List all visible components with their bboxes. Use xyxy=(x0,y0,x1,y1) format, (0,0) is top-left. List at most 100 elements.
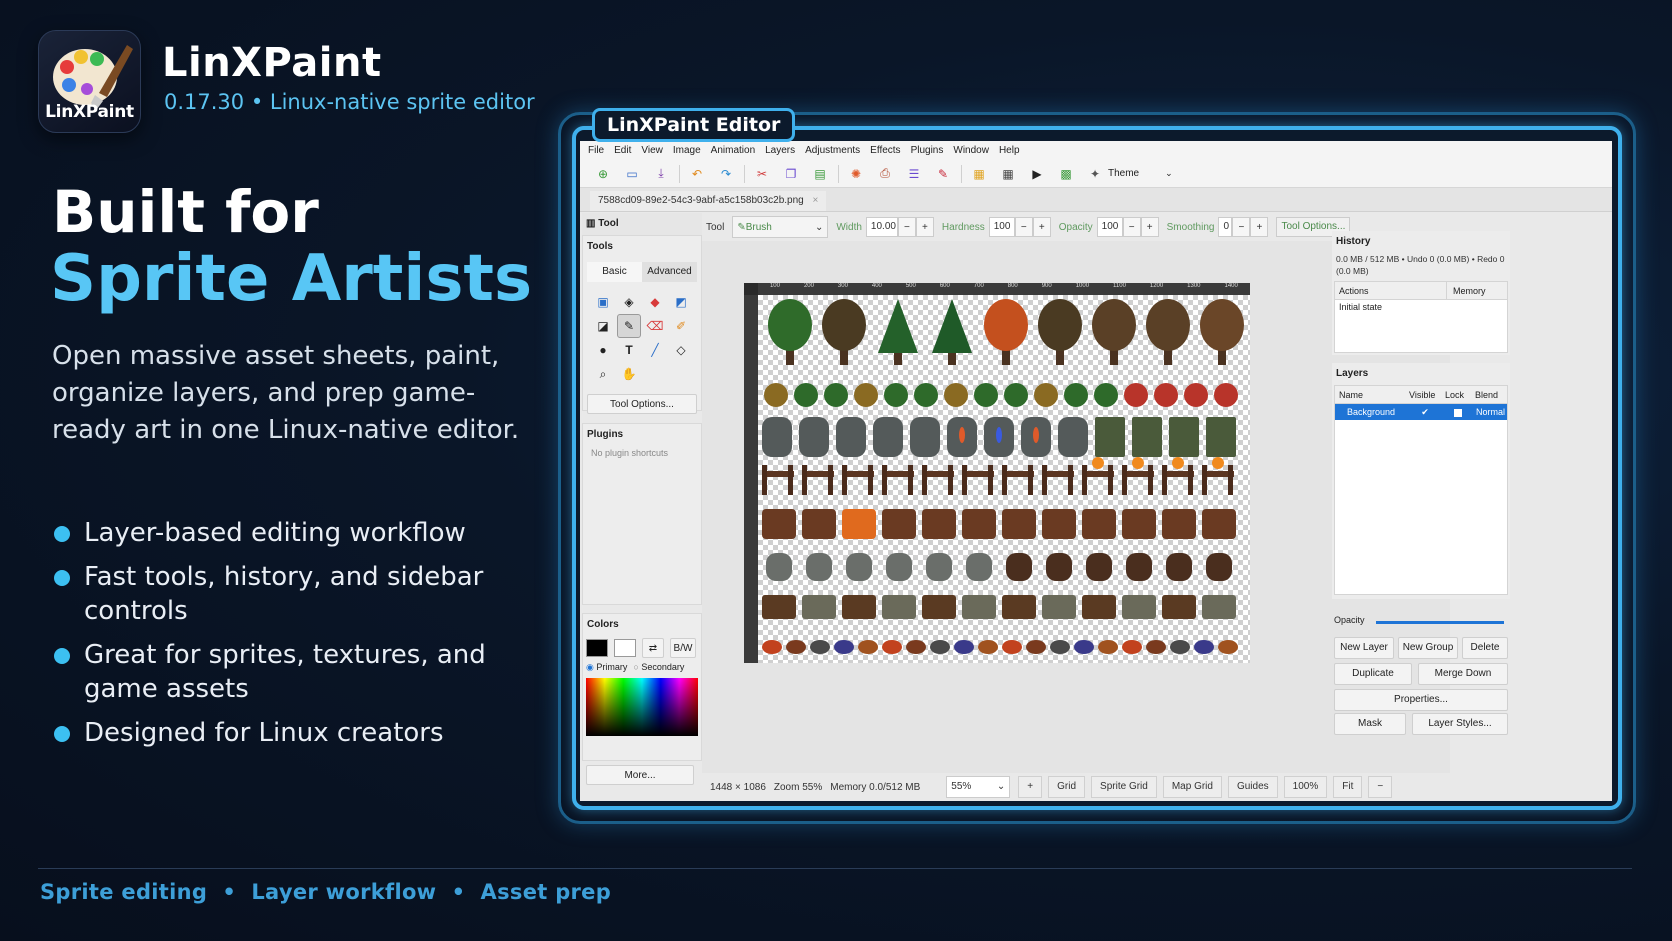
layer-lock-checkbox[interactable] xyxy=(1443,404,1473,420)
primary-swatch[interactable] xyxy=(586,639,608,657)
primary-radio[interactable]: ◉ Primary xyxy=(586,662,627,673)
fill-tool-icon[interactable]: ◪ xyxy=(591,314,615,338)
menu-help[interactable]: Help xyxy=(999,141,1020,160)
menu-image[interactable]: Image xyxy=(673,141,701,160)
menu-window[interactable]: Window xyxy=(953,141,989,160)
new-file-icon[interactable]: ⊕ xyxy=(592,163,614,185)
more-colors-button[interactable]: More... xyxy=(586,765,694,785)
eraser-tool-icon[interactable]: ⌫ xyxy=(643,314,667,338)
menu-plugins[interactable]: Plugins xyxy=(911,141,944,160)
tool-select[interactable]: ✎ Brush ⌄ xyxy=(732,216,829,238)
export-icon[interactable]: ⎙ xyxy=(874,163,896,185)
zoom-in-button[interactable]: + xyxy=(1018,776,1043,798)
brush-tool-icon[interactable]: ✎ xyxy=(617,314,641,338)
text-tool-icon[interactable]: T xyxy=(617,338,641,362)
opacity-increase-button[interactable]: + xyxy=(1140,217,1159,237)
smoothing-decrease-button[interactable]: − xyxy=(1232,217,1251,237)
list-icon[interactable]: ☰ xyxy=(903,163,925,185)
tab-basic[interactable]: Basic xyxy=(587,262,642,282)
theme-label[interactable]: Theme xyxy=(1108,168,1139,179)
opacity-decrease-button[interactable]: − xyxy=(1122,217,1141,237)
shape-tool-icon[interactable]: ◇ xyxy=(669,338,693,362)
menu-edit[interactable]: Edit xyxy=(614,141,631,160)
menu-file[interactable]: File xyxy=(588,141,604,160)
tab-advanced[interactable]: Advanced xyxy=(642,262,697,282)
torch-flame xyxy=(1092,457,1104,469)
opacity-input[interactable]: 100 xyxy=(1096,217,1123,237)
crop-tool-icon[interactable]: ◩ xyxy=(669,290,693,314)
new-group-button[interactable]: New Group xyxy=(1398,637,1458,659)
save-download-icon[interactable]: ⤓ xyxy=(650,163,672,185)
layer-properties-button[interactable]: Properties... xyxy=(1334,689,1508,711)
document-tab[interactable]: 7588cd09-89e2-54c3-9abf-a5c158b03c2b.png… xyxy=(590,191,827,211)
zoom-100-button[interactable]: 100% xyxy=(1283,776,1328,798)
duplicate-layer-button[interactable]: Duplicate xyxy=(1334,663,1412,685)
guides-toggle[interactable]: Guides xyxy=(1227,776,1278,798)
secondary-swatch[interactable] xyxy=(614,639,636,657)
layer-visible-checkbox[interactable]: ✔ xyxy=(1407,404,1443,420)
grave-sprite xyxy=(926,553,952,581)
layer-blend-mode[interactable]: Normal xyxy=(1473,404,1507,420)
layer-opacity-slider[interactable] xyxy=(1376,621,1504,624)
width-input[interactable]: 10.00 xyxy=(865,217,898,237)
hardness-decrease-button[interactable]: − xyxy=(1014,217,1033,237)
tool-options-button[interactable]: Tool Options... xyxy=(587,394,697,414)
layer-row[interactable]: Background ✔ Normal xyxy=(1335,404,1507,420)
layer-name: Background xyxy=(1347,407,1396,417)
sprite-sheet-image[interactable] xyxy=(758,295,1250,663)
marquee-tool-icon[interactable]: ▣ xyxy=(591,290,615,314)
menu-adjustments[interactable]: Adjustments xyxy=(805,141,860,160)
hardness-increase-button[interactable]: + xyxy=(1032,217,1051,237)
bw-button[interactable]: B/W xyxy=(670,638,696,658)
redo-icon[interactable]: ↷ xyxy=(715,163,737,185)
picker-tool-icon[interactable]: ✐ xyxy=(669,314,693,338)
smoothing-input[interactable]: 0 xyxy=(1218,217,1233,237)
new-layer-button[interactable]: New Layer xyxy=(1334,637,1394,659)
picker-icon[interactable]: ✎ xyxy=(932,163,954,185)
close-icon[interactable]: × xyxy=(813,195,819,206)
paste-icon[interactable]: ▤ xyxy=(809,163,831,185)
sprite-sheet[interactable]: 100 200 300 400 500 600 700 800 900 1000 1100 1200 1… xyxy=(744,283,1250,663)
layer-styles-button[interactable]: Layer Styles... xyxy=(1412,713,1508,735)
history-entry[interactable]: Initial state xyxy=(1335,300,1507,314)
effects-icon[interactable]: ✺ xyxy=(845,163,867,185)
hardness-input[interactable]: 100 xyxy=(988,217,1015,237)
hand-tool-icon[interactable]: ✋ xyxy=(617,362,641,386)
menu-view[interactable]: View xyxy=(641,141,663,160)
secondary-radio[interactable]: ○ Secondary xyxy=(633,662,684,673)
apps-icon[interactable]: ▩ xyxy=(1055,163,1077,185)
delete-layer-button[interactable]: Delete xyxy=(1462,637,1508,659)
color-target-radios: ◉ Primary ○ Secondary xyxy=(583,660,701,675)
open-folder-icon[interactable]: ▭ xyxy=(621,163,643,185)
menu-effects[interactable]: Effects xyxy=(870,141,900,160)
menu-layers[interactable]: Layers xyxy=(765,141,795,160)
width-increase-button[interactable]: + xyxy=(915,217,934,237)
swap-colors-button[interactable]: ⇄ xyxy=(642,638,664,658)
color-spectrum[interactable] xyxy=(586,678,698,736)
undo-icon[interactable]: ↶ xyxy=(686,163,708,185)
fence-post xyxy=(988,465,993,495)
grid-toggle[interactable]: Grid xyxy=(1048,776,1086,798)
zoom-tool-icon[interactable]: ⌕ xyxy=(591,362,615,386)
play-icon[interactable]: ▶ xyxy=(1026,163,1048,185)
zoom-select[interactable]: 55% ⌄ xyxy=(946,776,1011,798)
cut-icon[interactable]: ✂ xyxy=(751,163,773,185)
tiles-icon[interactable]: ▦ xyxy=(968,163,990,185)
map-grid-toggle[interactable]: Map Grid xyxy=(1162,776,1222,798)
line-tool-icon[interactable]: ╱ xyxy=(643,338,667,362)
bush-sprite xyxy=(944,383,968,407)
plugins-empty-text: No plugin shortcuts xyxy=(591,448,669,458)
smoothing-increase-button[interactable]: + xyxy=(1250,217,1269,237)
width-decrease-button[interactable]: − xyxy=(897,217,916,237)
grid-icon[interactable]: ▦ xyxy=(997,163,1019,185)
mask-button[interactable]: Mask xyxy=(1334,713,1406,735)
sprite-grid-toggle[interactable]: Sprite Grid xyxy=(1091,776,1157,798)
blur-tool-icon[interactable]: ● xyxy=(591,338,615,362)
menu-animation[interactable]: Animation xyxy=(711,141,755,160)
chevron-down-icon[interactable]: ⌄ xyxy=(1165,168,1173,179)
lasso-tool-icon[interactable]: ◈ xyxy=(617,290,641,314)
magic-wand-icon[interactable]: ◆ xyxy=(643,290,667,314)
layers-title: Layers xyxy=(1336,368,1369,379)
merge-down-button[interactable]: Merge Down xyxy=(1418,663,1508,685)
copy-icon[interactable]: ❐ xyxy=(780,163,802,185)
